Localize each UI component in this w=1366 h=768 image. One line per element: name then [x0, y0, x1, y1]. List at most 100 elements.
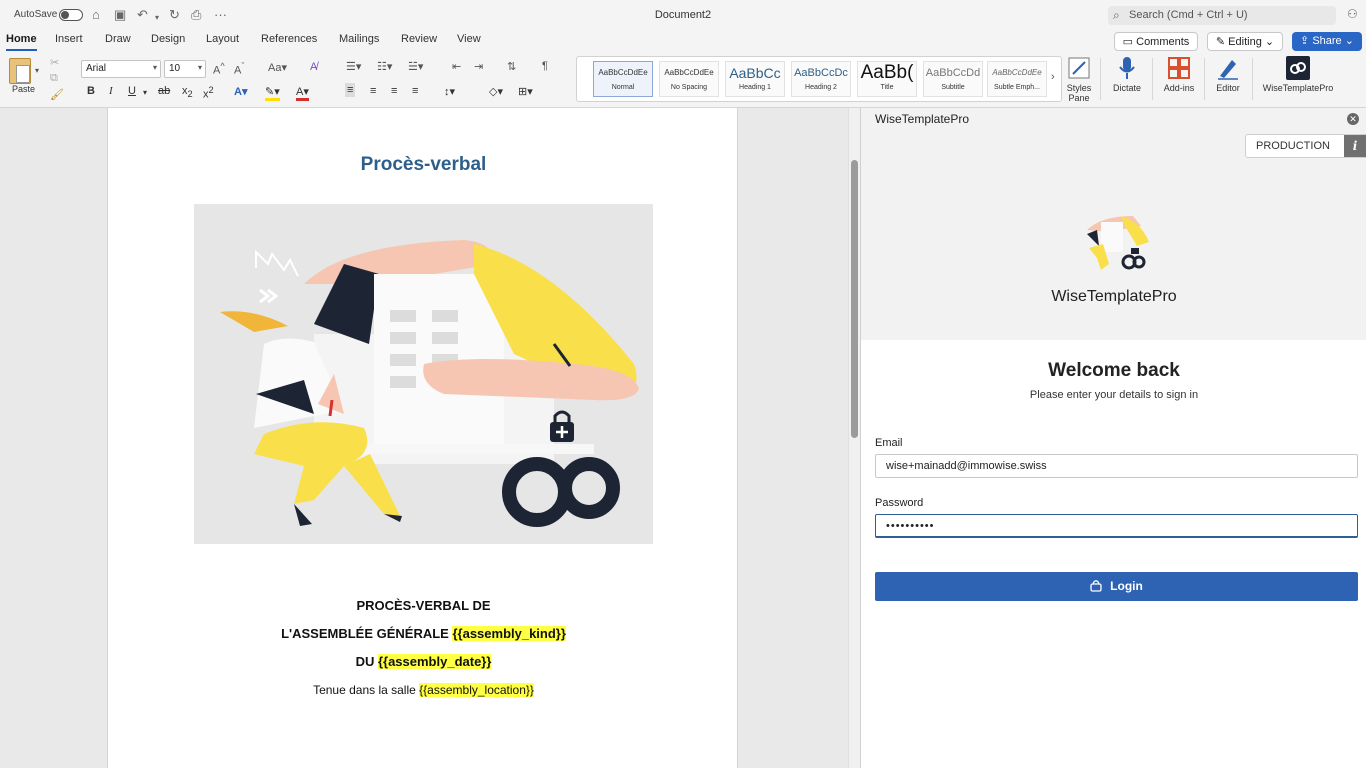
format-painter-icon[interactable]: 🖌 — [50, 88, 64, 101]
style-subtitle[interactable]: AaBbCcDd Subtitle — [923, 61, 983, 97]
paste-dropdown-icon[interactable]: ▾ — [35, 66, 39, 75]
superscript-icon[interactable]: x2 — [203, 85, 214, 101]
subscript-icon[interactable]: x2 — [182, 85, 193, 99]
password-field[interactable] — [875, 514, 1358, 538]
search-placeholder: Search (Cmd + Ctrl + U) — [1129, 9, 1248, 21]
comments-button[interactable]: ▭ Comments — [1114, 32, 1198, 51]
style-heading-1[interactable]: AaBbCc Heading 1 — [725, 61, 785, 97]
font-color-icon[interactable]: A▾ — [296, 85, 309, 101]
chevron-right-icon[interactable]: › — [1051, 71, 1055, 83]
highlight-color-icon[interactable]: ✎▾ — [265, 85, 280, 101]
environment-selector[interactable]: PRODUCTION i — [1245, 134, 1366, 158]
info-icon[interactable]: i — [1344, 135, 1366, 157]
doc-line-4-text: Tenue dans la salle — [313, 683, 420, 697]
style-name: Subtle Emph... — [994, 84, 1040, 91]
font-name-value: Arial — [86, 63, 107, 74]
close-icon[interactable]: ✕ — [1347, 113, 1359, 125]
grow-font-icon[interactable]: A^ — [213, 61, 225, 77]
tab-mailings[interactable]: Mailings — [339, 33, 379, 45]
line-spacing-icon[interactable]: ↕▾ — [444, 85, 455, 98]
style-title[interactable]: AaBb( Title — [857, 61, 917, 97]
account-icon[interactable]: ⚇ — [1347, 7, 1358, 21]
email-field[interactable] — [875, 454, 1358, 478]
borders-icon[interactable]: ⊞▾ — [518, 85, 533, 98]
style-heading-2[interactable]: AaBbCcDc Heading 2 — [791, 61, 851, 97]
align-center-icon[interactable]: ≡ — [370, 85, 376, 97]
dictate-button[interactable]: Dictate — [1108, 56, 1146, 93]
brand-logo-icon — [1087, 216, 1149, 270]
text-effects-icon[interactable]: A▾ — [234, 85, 247, 98]
style-no-spacing[interactable]: AaBbCcDdEe No Spacing — [659, 61, 719, 97]
brand-header: PRODUCTION i WiseTemplatePro — [861, 130, 1366, 340]
shading-icon[interactable]: ◇▾ — [489, 85, 503, 98]
shrink-font-icon[interactable]: Aˇ — [234, 61, 244, 77]
clear-formatting-icon[interactable]: A̸ — [310, 61, 317, 73]
chevron-down-icon: ⌄ — [1261, 36, 1275, 48]
multilevel-list-icon[interactable]: ☱▾ — [408, 60, 423, 73]
sort-icon[interactable]: ⇅ — [507, 60, 516, 73]
font-size-select[interactable]: 10 ▾ — [164, 60, 206, 78]
password-label: Password — [875, 497, 924, 509]
style-name: Heading 2 — [805, 84, 837, 91]
addins-button[interactable]: Add-ins — [1160, 56, 1198, 93]
cut-icon[interactable]: ✂ — [50, 56, 59, 69]
tab-insert[interactable]: Insert — [55, 33, 83, 45]
style-sample: AaBbCcDdEe — [598, 68, 648, 77]
chevron-down-icon: ▾ — [152, 63, 157, 72]
merge-field-assembly-kind[interactable]: {{assembly_kind}} — [452, 626, 566, 641]
search-box[interactable]: ⌕ Search (Cmd + Ctrl + U) — [1108, 6, 1336, 25]
doc-body-line-4[interactable]: Tenue dans la salle {{assembly_location}… — [108, 683, 739, 697]
numbering-icon[interactable]: ☷▾ — [377, 60, 392, 73]
change-case-icon[interactable]: Aa▾ — [268, 61, 287, 74]
copy-icon[interactable]: ⧉ — [50, 72, 58, 85]
tab-design[interactable]: Design — [151, 33, 185, 45]
merge-field-assembly-date[interactable]: {{assembly_date}} — [377, 654, 492, 669]
styles-pane-button[interactable]: Styles Pane — [1064, 56, 1094, 103]
merge-field-assembly-location[interactable]: {{assembly_location}} — [419, 683, 534, 697]
doc-heading-line-1[interactable]: PROCÈS-VERBAL DE — [108, 598, 739, 613]
share-button[interactable]: ⇪ Share ⌄ — [1292, 32, 1362, 51]
document-page[interactable]: Procès-verbal PROCÈS-VERBAL DE L'ASSEMBL… — [107, 108, 738, 768]
doc-heading-line-2[interactable]: L'ASSEMBLÉE GÉNÉRALE {{assembly_kind}} — [108, 626, 739, 641]
underline-icon[interactable]: U — [128, 85, 136, 97]
style-name: Title — [880, 84, 894, 91]
style-normal[interactable]: AaBbCcDdEe Normal — [593, 61, 653, 97]
microphone-icon — [1119, 57, 1135, 79]
font-size-value: 10 — [169, 63, 181, 74]
show-formatting-icon[interactable]: ¶ — [542, 60, 548, 72]
scrollbar-thumb[interactable] — [851, 160, 858, 438]
bold-icon[interactable]: B — [87, 85, 95, 97]
ribbon-divider — [1152, 58, 1153, 100]
doc-heading-line-3[interactable]: DU {{assembly_date}} — [108, 654, 739, 669]
document-heading[interactable]: Procès-verbal — [108, 154, 739, 176]
share-label: Share — [1312, 35, 1342, 47]
login-button[interactable]: Login — [875, 572, 1358, 601]
editor-button[interactable]: Editor — [1210, 56, 1246, 93]
comment-icon: ▭ — [1122, 36, 1137, 48]
style-sample: AaBbCcDd — [925, 67, 981, 79]
style-subtle-emphasis[interactable]: AaBbCcDdEe Subtle Emph... — [987, 61, 1047, 97]
tab-review[interactable]: Review — [401, 33, 437, 45]
wisetemplatepro-icon — [1286, 56, 1310, 80]
align-left-icon[interactable]: ≡ — [345, 83, 356, 97]
increase-indent-icon[interactable]: ⇥ — [474, 60, 483, 73]
wisetemplatepro-button[interactable]: WiseTemplatePro — [1258, 56, 1338, 93]
editing-mode-button[interactable]: ✎ Editing ⌄ — [1207, 32, 1283, 51]
editing-label: Editing — [1228, 36, 1262, 48]
decrease-indent-icon[interactable]: ⇤ — [452, 60, 461, 73]
tab-draw[interactable]: Draw — [105, 33, 131, 45]
align-right-icon[interactable]: ≡ — [391, 85, 397, 97]
doc-line-2-text: L'ASSEMBLÉE GÉNÉRALE — [281, 626, 453, 641]
addins-grid-icon — [1168, 57, 1190, 79]
tab-layout[interactable]: Layout — [206, 33, 239, 45]
tab-view[interactable]: View — [457, 33, 481, 45]
underline-dropdown-icon[interactable]: ▾ — [143, 88, 147, 97]
paste-icon[interactable] — [9, 58, 31, 84]
font-name-select[interactable]: Arial ▾ — [81, 60, 161, 78]
tab-references[interactable]: References — [261, 33, 317, 45]
strikethrough-icon[interactable]: ab — [158, 85, 170, 97]
justify-icon[interactable]: ≡ — [412, 85, 418, 97]
tab-home[interactable]: Home — [6, 33, 37, 51]
italic-icon[interactable]: I — [109, 85, 113, 97]
bullets-icon[interactable]: ☰▾ — [346, 60, 361, 73]
